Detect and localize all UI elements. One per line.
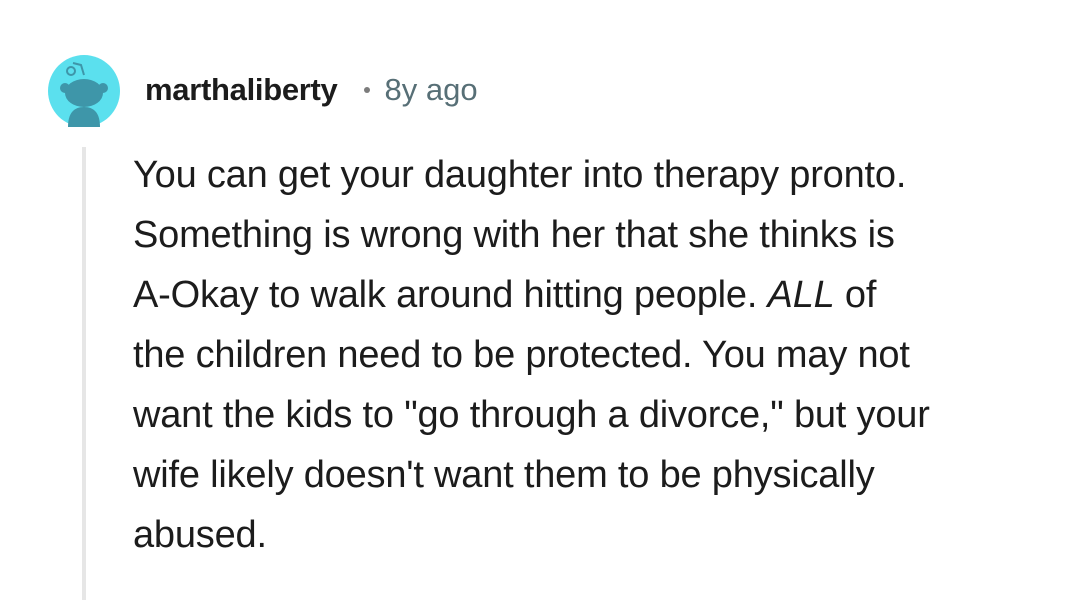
comment-body-line: want the kids to "go through a divorce,"…	[133, 394, 930, 436]
comment-body-text: of	[834, 274, 877, 316]
comment-body-line: A-Okay to walk around hitting people. AL…	[133, 265, 1033, 325]
comment-body-line: abused.	[133, 514, 267, 556]
comment-body-text: A-Okay to walk around hitting people.	[133, 274, 768, 316]
emphasized-text: ALL	[767, 274, 835, 316]
snoo-avatar-graphic	[48, 55, 120, 127]
comment-body-line: You can get your daughter into therapy p…	[133, 154, 907, 196]
user-avatar-icon[interactable]	[48, 55, 120, 127]
comment-body-line: the children need to be protected. You m…	[133, 334, 910, 376]
comment-body-line: wife likely doesn't want them to be phys…	[133, 454, 875, 496]
separator-dot-icon	[363, 87, 370, 93]
comment-header: marthaliberty 8y ago	[145, 68, 478, 112]
comment-body: You can get your daughter into therapy p…	[133, 145, 1033, 565]
username-link[interactable]: marthaliberty	[145, 72, 338, 108]
comment-timestamp[interactable]: 8y ago	[385, 72, 478, 108]
comment-body-line: Something is wrong with her that she thi…	[133, 214, 895, 256]
thread-collapse-line[interactable]	[82, 147, 86, 600]
comment: marthaliberty 8y ago You can get your da…	[0, 0, 1080, 600]
